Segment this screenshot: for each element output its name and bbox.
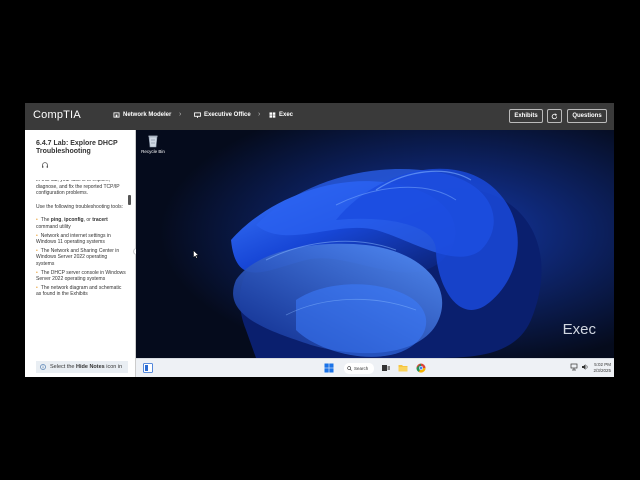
building-icon [113, 112, 120, 118]
instructions-text: In this lab, your task is to explore, di… [36, 180, 120, 197]
task-view-icon[interactable] [381, 363, 391, 373]
search-icon [347, 366, 352, 371]
desktop-watermark: Exec [562, 321, 596, 338]
breadcrumb-label: Network Modeler [123, 112, 172, 118]
recycle-bin-label: Recycle Bin [141, 149, 165, 154]
taskbar: Search 5:02 PM 2/3/2025 [136, 358, 614, 377]
breadcrumb-label: Exec [279, 112, 294, 118]
info-icon [40, 364, 46, 370]
list-item: Network and internet settings in Windows… [36, 233, 126, 246]
mouse-cursor-icon [193, 250, 199, 259]
recycle-bin-shortcut[interactable]: Recycle Bin [140, 134, 166, 154]
chrome-icon[interactable] [416, 363, 426, 373]
headphones-icon[interactable] [41, 161, 49, 169]
desk-icon [194, 112, 201, 118]
sidebar-scrollbar[interactable] [128, 195, 131, 205]
list-item: The Network and Sharing Center in Window… [36, 248, 126, 268]
instructions-intro: Use the following troubleshooting tools: [36, 203, 123, 210]
lab-instructions: In this lab, your task is to explore, di… [36, 180, 126, 377]
questions-button[interactable]: Questions [567, 109, 607, 123]
system-clock[interactable]: 5:02 PM 2/3/2025 [593, 362, 611, 374]
taskbar-search[interactable]: Search [344, 363, 374, 374]
windows-desktop: Recycle Bin Exec [136, 130, 614, 358]
comptia-logo: CompTIA [33, 109, 81, 121]
volume-icon[interactable] [581, 363, 589, 371]
breadcrumb-label: Executive Office [204, 112, 251, 118]
list-item: The network diagram and schematic as fou… [36, 285, 126, 298]
breadcrumb-executive-office[interactable]: Executive Office [194, 112, 251, 118]
breadcrumb-separator: › [258, 111, 261, 118]
windows-icon [269, 112, 276, 118]
list-item: The DHCP server console in Windows Serve… [36, 270, 126, 283]
network-icon[interactable] [570, 363, 578, 371]
refresh-button[interactable] [547, 109, 562, 123]
refresh-icon [551, 112, 558, 119]
breadcrumb-network-modeler[interactable]: Network Modeler [113, 112, 171, 118]
exhibits-button[interactable]: Exhibits [509, 109, 543, 123]
list-item: The ping, ipconfig, or tracert command u… [36, 217, 126, 230]
recycle-bin-icon [148, 135, 158, 148]
hide-notes-tip: Select the Hide Notes icon in [36, 361, 128, 373]
lab-window: CompTIA Network Modeler › Executive Offi… [25, 103, 614, 377]
lab-notes-panel: 6.4.7 Lab: Explore DHCP Troubleshooting … [25, 130, 136, 377]
widgets-icon[interactable] [143, 363, 153, 373]
tools-list: The ping, ipconfig, or tracert command u… [36, 217, 126, 298]
start-icon[interactable] [324, 363, 334, 373]
lab-title: 6.4.7 Lab: Explore DHCP Troubleshooting [36, 140, 118, 155]
breadcrumb-exec[interactable]: Exec [269, 112, 293, 118]
top-bar: CompTIA Network Modeler › Executive Offi… [25, 103, 614, 130]
breadcrumb-separator: › [179, 111, 182, 118]
file-explorer-icon[interactable] [398, 363, 408, 373]
clock-date: 2/3/2025 [593, 368, 611, 373]
bloom-wallpaper [136, 130, 614, 358]
search-label: Search [354, 366, 369, 371]
